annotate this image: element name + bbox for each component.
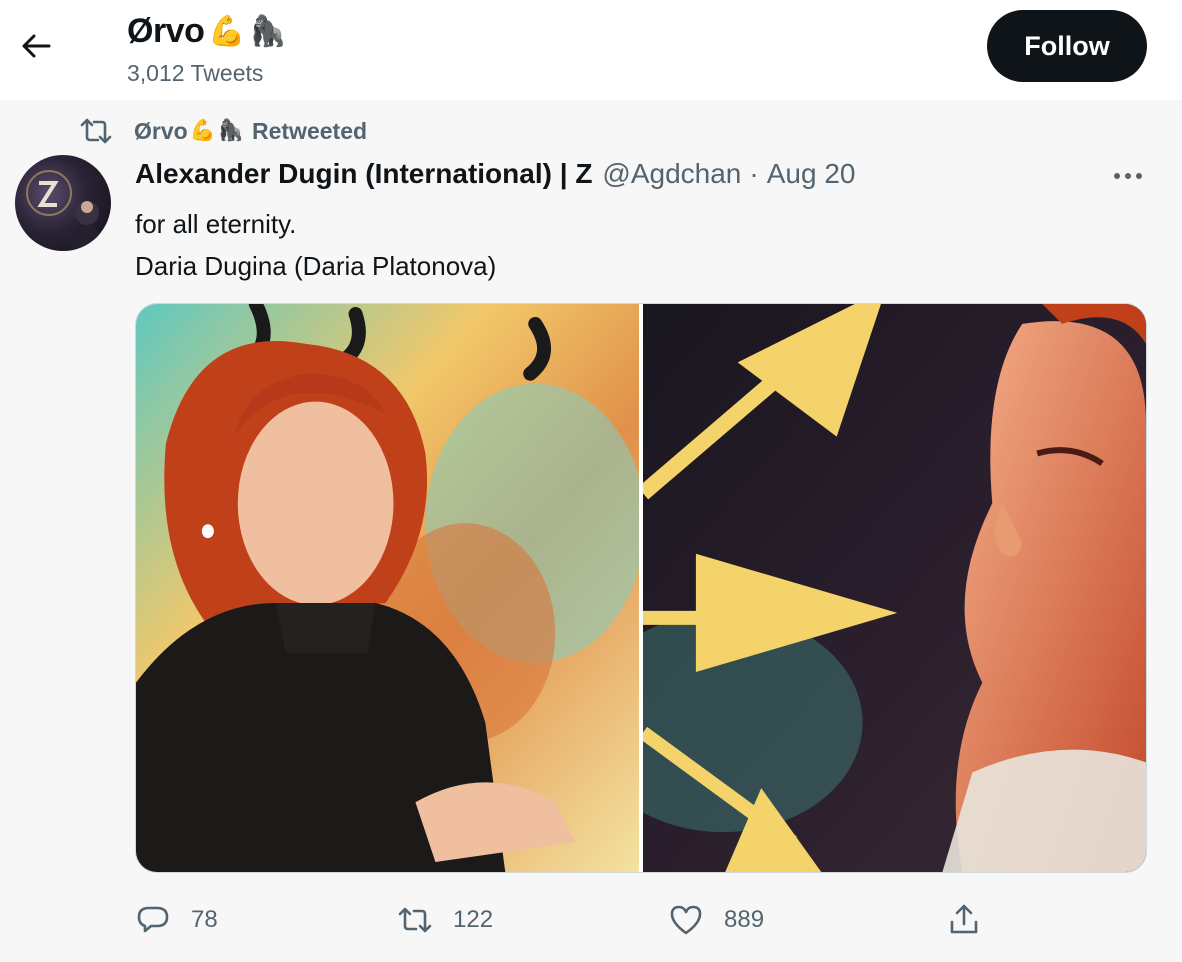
separator-dot: ·	[749, 158, 759, 189]
arrow-left-icon	[22, 34, 51, 58]
profile-name-text: Ørvo	[127, 12, 205, 50]
author-avatar[interactable]	[15, 155, 111, 251]
media-image-right[interactable]	[643, 304, 1146, 872]
tweet-actions: 78 122 889	[135, 896, 1147, 944]
author-handle[interactable]: @Agdchan	[602, 158, 741, 190]
stylized-portrait-image	[136, 304, 639, 872]
more-horizontal-icon	[1114, 173, 1142, 179]
share-button[interactable]	[946, 896, 1002, 944]
retweet-count: 122	[453, 906, 494, 933]
reply-button[interactable]: 78	[135, 896, 218, 944]
retweet-context: Ørvo 💪 🦍 Retweeted	[78, 114, 367, 148]
follow-button[interactable]: Follow	[987, 10, 1147, 82]
retweet-icon	[398, 907, 432, 933]
like-button[interactable]: 889	[668, 896, 764, 944]
share-icon	[950, 904, 978, 934]
author-name[interactable]: Alexander Dugin (International) | Z	[135, 158, 592, 190]
back-button[interactable]	[14, 26, 58, 66]
avatar-image	[26, 170, 105, 251]
tweet-text-line: for all eternity.	[135, 209, 297, 239]
like-count: 889	[724, 906, 765, 933]
retweet-button[interactable]: 122	[397, 896, 493, 944]
retweeter-name[interactable]: Ørvo 💪 🦍	[134, 118, 244, 145]
heart-icon	[670, 905, 702, 935]
retweeted-label: Retweeted	[252, 117, 368, 144]
flexed-biceps-icon: 💪	[189, 119, 216, 142]
reply-icon	[137, 906, 169, 933]
stylized-profile-image	[643, 304, 1146, 872]
retweeter-name-text: Ørvo	[134, 117, 188, 144]
tweet-text: for all eternity. Daria Dugina (Daria Pl…	[135, 203, 496, 287]
flexed-biceps-icon: 💪	[208, 15, 246, 48]
reply-count: 78	[191, 906, 218, 933]
media-image-left[interactable]	[136, 304, 639, 872]
tweet-date[interactable]: Aug 20	[767, 158, 856, 190]
tweet-header: Alexander Dugin (International) | Z @Agd…	[135, 158, 855, 194]
tweet-text-line: Daria Dugina (Daria Platonova)	[135, 251, 497, 281]
profile-name: Ørvo 💪 🦍	[127, 12, 287, 51]
gorilla-icon: 🦍	[217, 119, 244, 142]
tweet-media	[135, 303, 1147, 873]
more-options-button[interactable]	[1108, 160, 1148, 192]
profile-header: Ørvo 💪 🦍 3,012 Tweets Follow	[0, 0, 1182, 100]
gorilla-icon: 🦍	[249, 15, 287, 48]
tweet-count: 3,012 Tweets	[127, 60, 264, 86]
retweet-icon	[80, 118, 112, 144]
